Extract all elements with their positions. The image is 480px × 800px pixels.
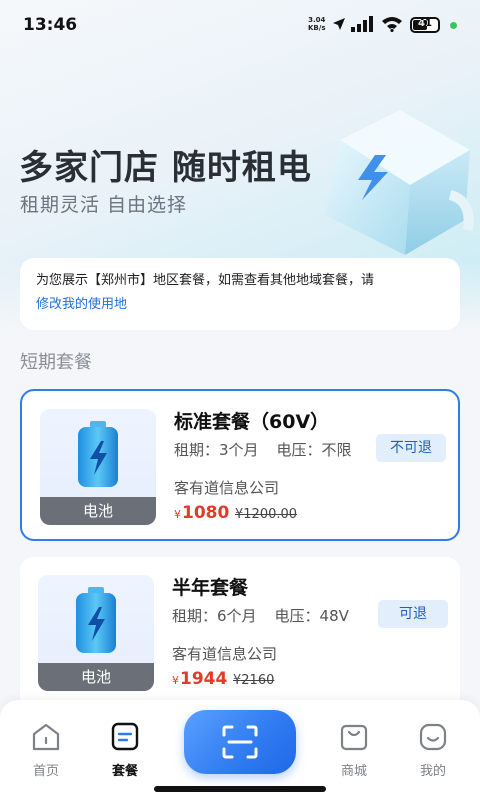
tab-plans[interactable]: 套餐 (95, 722, 155, 779)
net-speed: 3.04 KB/s (308, 16, 325, 32)
scan-icon (222, 725, 258, 759)
region-notice: 为您展示【郑州市】地区套餐，如需查看其他地域套餐，请 修改我的使用地 (20, 258, 460, 330)
home-icon (32, 723, 60, 751)
signal-icon (351, 16, 373, 32)
section-title: 短期套餐 (20, 352, 92, 373)
plan-term: 租期：6个月 (172, 607, 257, 625)
tab-plans-label: 套餐 (111, 764, 138, 779)
currency-symbol: ¥ (172, 674, 179, 687)
price-value: 1080 (182, 503, 230, 523)
refund-badge: 可退 (378, 600, 448, 628)
plan-company: 客有道信息公司 (174, 479, 280, 497)
profile-icon (419, 723, 447, 751)
plan-voltage: 电压：48V (274, 607, 349, 625)
battery-icon (78, 421, 118, 487)
change-location-link[interactable]: 修改我的使用地 (36, 297, 127, 312)
plan-company: 客有道信息公司 (172, 645, 278, 663)
hero-subtitle: 租期灵活 自由选择 (20, 194, 188, 216)
lightning-cube-illustration (325, 110, 474, 255)
notice-text: 为您展示【郑州市】地区套餐，如需查看其他地域套餐，请 (36, 273, 375, 288)
tab-home-label: 首页 (32, 764, 59, 779)
plan-price: ¥1944 (172, 669, 227, 689)
battery-icon: 41 (410, 17, 440, 33)
plan-specs: 租期：6个月 电压：48V (172, 605, 349, 626)
plan-card-standard[interactable]: 电池 标准套餐（60V） 租期：3个月 电压：不限 不可退 客有道信息公司 ¥10… (20, 389, 460, 541)
original-price: ¥2160 (233, 673, 275, 688)
plan-card-half-year[interactable]: 电池 半年套餐 租期：6个月 电压：48V 可退 客有道信息公司 ¥1944 ¥2… (20, 557, 460, 709)
active-dot (450, 22, 457, 29)
wifi-icon (382, 17, 402, 32)
plan-term: 租期：3个月 (174, 441, 259, 459)
plan-price: ¥1080 (174, 503, 229, 523)
location-arrow-icon (333, 18, 345, 30)
battery-caption: 电池 (38, 663, 154, 691)
battery-caption: 电池 (40, 497, 156, 525)
plan-name: 半年套餐 (172, 577, 249, 599)
tab-profile[interactable]: 我的 (403, 722, 463, 779)
scan-button[interactable] (184, 710, 296, 774)
original-price: ¥1200.00 (235, 507, 298, 522)
plan-specs: 租期：3个月 电压：不限 (174, 439, 352, 460)
battery-level: 41 (418, 18, 432, 29)
tab-home[interactable]: 首页 (16, 722, 76, 779)
tab-shop-label: 商城 (340, 764, 367, 779)
plan-voltage: 电压：不限 (276, 441, 352, 459)
net-speed-value: 3.04 (308, 16, 326, 24)
status-time: 13:46 (23, 15, 78, 35)
home-indicator (154, 786, 326, 792)
tab-shop[interactable]: 商城 (324, 722, 384, 779)
bottom-tab-bar: 首页 套餐 商城 我的 (0, 700, 480, 800)
plan-icon (111, 722, 139, 751)
currency-symbol: ¥ (174, 508, 181, 521)
shop-bag-icon (340, 724, 368, 751)
tab-profile-label: 我的 (419, 764, 446, 779)
battery-icon (76, 587, 116, 653)
hero-title: 多家门店 随时租电 (19, 148, 312, 188)
battery-image: 电池 (38, 575, 154, 691)
battery-image: 电池 (40, 409, 156, 525)
status-bar: 13:46 3.04 KB/s 41 (0, 0, 480, 50)
refund-badge: 不可退 (376, 434, 446, 462)
net-speed-unit: KB/s (308, 24, 326, 32)
plan-name: 标准套餐（60V） (174, 411, 330, 433)
price-value: 1944 (180, 669, 228, 689)
